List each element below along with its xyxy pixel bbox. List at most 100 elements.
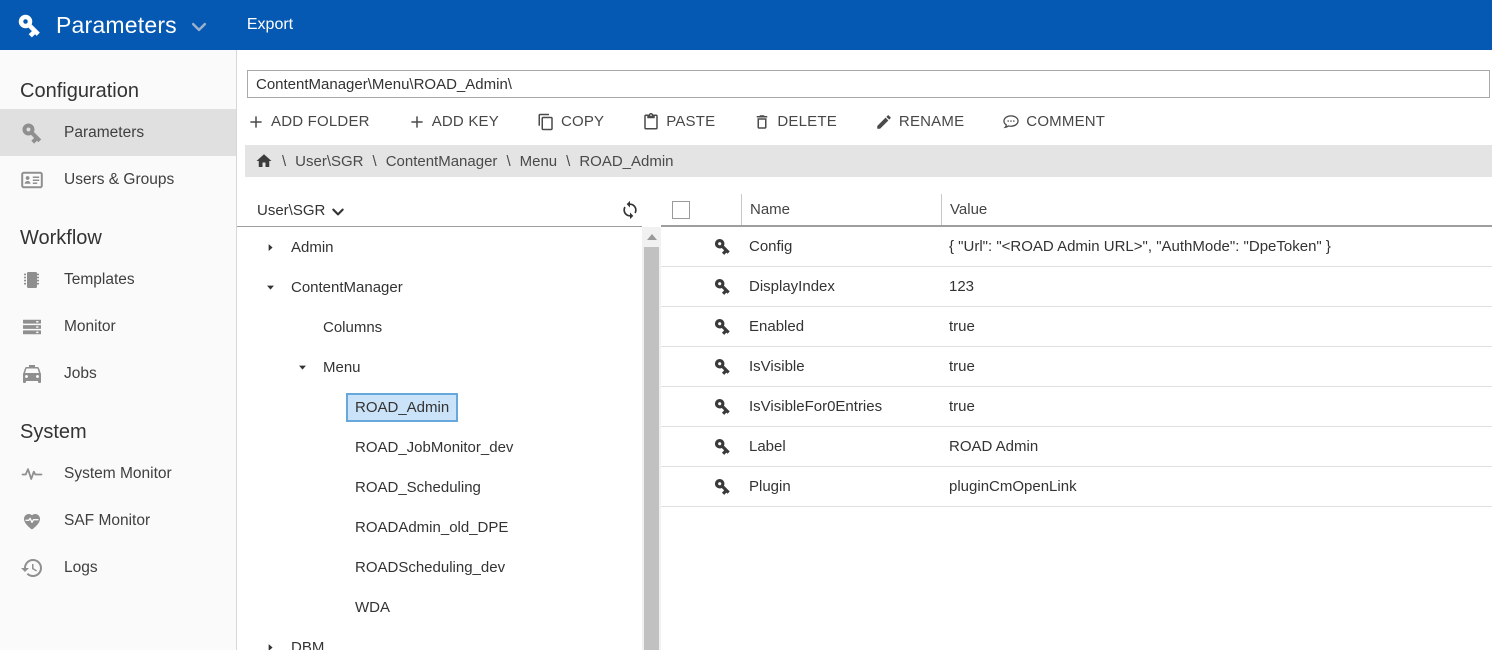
server-stack-icon [20,315,44,339]
table-row[interactable]: Config { "Url": "<ROAD Admin URL>", "Aut… [661,227,1492,267]
main-content: ADD FOLDER ADD KEY COPY PASTE DELETE [237,50,1492,650]
rename-button[interactable]: RENAME [875,113,964,131]
table-row[interactable]: Enabled true [661,307,1492,347]
comment-button[interactable]: COMMENT [1002,113,1105,131]
delete-button[interactable]: DELETE [753,113,837,131]
expander[interactable] [297,362,309,373]
pulse-icon [20,462,44,486]
section-heading-system: System [20,421,236,444]
tree: Admin ContentManager Columns Menu ROAD_A… [237,227,642,650]
param-name: Enabled [741,318,941,335]
sidebar-item-parameters[interactable]: Parameters [0,109,236,156]
history-icon [20,556,44,580]
copy-button[interactable]: COPY [537,113,604,131]
param-value: true [941,318,1492,335]
breadcrumb-separator: \ [566,153,570,170]
column-header-name: Name [741,194,941,225]
title-chevron-down-icon[interactable] [189,17,209,37]
table-header: Name Value [661,194,1492,227]
tree-item[interactable]: Admin [237,227,642,267]
export-menu-item[interactable]: Export [247,16,293,34]
tree-item[interactable]: ROADScheduling_dev [237,547,642,587]
breadcrumb-user-sgr[interactable]: User\SGR [295,153,363,170]
sidebar-item-jobs[interactable]: Jobs [0,350,236,397]
tree-item[interactable]: ContentManager [237,267,642,307]
sidebar-item-logs[interactable]: Logs [0,544,236,591]
collapse-arrow-icon[interactable] [297,362,308,373]
param-value: { "Url": "<ROAD Admin URL>", "AuthMode":… [941,238,1492,255]
section-heading-configuration: Configuration [20,80,236,103]
expander[interactable] [265,642,277,650]
refresh-icon[interactable] [620,200,640,220]
key-logo-icon [16,12,43,39]
tree-item-label: ROAD_JobMonitor_dev [346,433,522,462]
breadcrumb-menu[interactable]: Menu [520,153,558,170]
trash-icon [753,113,771,131]
tree-item[interactable]: DBM [237,627,642,650]
button-label: ADD FOLDER [271,113,370,130]
key-icon [713,277,732,296]
chevron-down-icon[interactable] [330,204,346,220]
button-label: ADD KEY [432,113,499,130]
param-value: 123 [941,278,1492,295]
sidebar: Configuration Parameters Users & Groups … [0,50,237,650]
tree-item-label: WDA [346,593,399,622]
tree-root-dropdown[interactable]: User\SGR [257,202,325,219]
add-folder-button[interactable]: ADD FOLDER [247,113,370,131]
path-input[interactable] [247,70,1490,98]
collapse-arrow-icon[interactable] [265,282,276,293]
breadcrumb: \ User\SGR \ ContentManager \ Menu \ ROA… [245,145,1492,177]
key-icon [713,237,732,256]
home-icon[interactable] [255,152,273,170]
tree-item[interactable]: ROAD_Scheduling [237,467,642,507]
tree-scrollbar[interactable] [642,227,661,650]
sidebar-item-system-monitor[interactable]: System Monitor [0,450,236,497]
button-label: PASTE [666,113,715,130]
sidebar-item-label: Users & Groups [64,171,174,189]
param-name: IsVisibleFor0Entries [741,398,941,415]
sidebar-item-templates[interactable]: Templates [0,256,236,303]
expand-arrow-icon[interactable] [265,642,276,650]
paste-button[interactable]: PASTE [642,113,715,131]
breadcrumb-road-admin[interactable]: ROAD_Admin [579,153,673,170]
scrollbar-thumb[interactable] [644,247,659,650]
table-row[interactable]: IsVisibleFor0Entries true [661,387,1492,427]
table-row[interactable]: Plugin pluginCmOpenLink [661,467,1492,507]
sidebar-item-label: Templates [64,271,135,289]
tree-item-label: Admin [282,233,343,262]
sidebar-item-monitor[interactable]: Monitor [0,303,236,350]
tree-item-label: ROAD_Admin [346,393,458,422]
tree-item-label: Menu [314,353,370,382]
tree-item[interactable]: ROAD_Admin [237,387,642,427]
table-row[interactable]: Label ROAD Admin [661,427,1492,467]
comment-icon [1002,113,1020,131]
scroll-up-button[interactable] [647,234,657,240]
tree-item[interactable]: WDA [237,587,642,627]
heart-pulse-icon [20,509,44,533]
tree-item[interactable]: ROADAdmin_old_DPE [237,507,642,547]
expander[interactable] [265,242,277,253]
table-row[interactable]: IsVisible true [661,347,1492,387]
table-row[interactable]: DisplayIndex 123 [661,267,1492,307]
tree-item[interactable]: Menu [237,347,642,387]
tree-item[interactable]: ROAD_JobMonitor_dev [237,427,642,467]
sidebar-item-saf-monitor[interactable]: SAF Monitor [0,497,236,544]
tree-item-label: DBM [282,633,333,650]
chip-icon [20,268,44,292]
expand-arrow-icon[interactable] [265,242,276,253]
parameters-table: Name Value Config { "Url": "<ROAD Admin … [661,194,1492,650]
select-all-checkbox[interactable] [672,201,690,219]
tree-item[interactable]: Columns [237,307,642,347]
app-window: Parameters Export Configuration Paramete… [0,0,1492,650]
expander[interactable] [265,282,277,293]
add-key-button[interactable]: ADD KEY [408,113,499,131]
plus-icon [408,113,426,131]
app-title: Parameters [56,12,177,39]
key-icon [713,317,732,336]
sidebar-item-label: Jobs [64,365,97,383]
param-name: Config [741,238,941,255]
sidebar-item-users-groups[interactable]: Users & Groups [0,156,236,203]
tree-panel: User\SGR Admin ContentManager Columns Me… [237,194,642,650]
breadcrumb-contentmanager[interactable]: ContentManager [386,153,498,170]
id-card-icon [20,168,44,192]
